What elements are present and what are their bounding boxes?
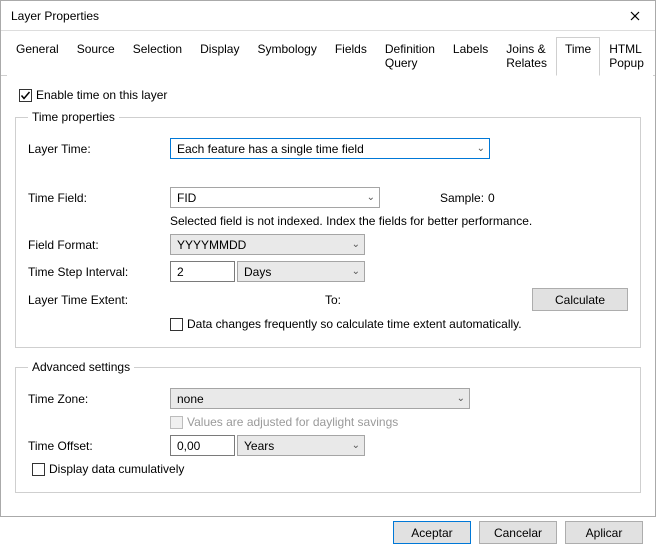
dialog-footer: Aceptar Cancelar Aplicar — [1, 511, 655, 556]
time-step-value: 2 — [177, 265, 184, 279]
chevron-down-icon: ⌄ — [457, 393, 465, 404]
sample-value: 0 — [488, 191, 495, 205]
time-step-unit-select[interactable]: Days ⌄ — [237, 261, 365, 282]
tab-definition-query[interactable]: Definition Query — [376, 37, 444, 76]
tab-general[interactable]: General — [7, 37, 68, 76]
tab-strip: General Source Selection Display Symbolo… — [1, 31, 655, 76]
tab-selection[interactable]: Selection — [124, 37, 191, 76]
tab-joins-relates[interactable]: Joins & Relates — [497, 37, 556, 76]
close-icon — [630, 11, 640, 21]
apply-button[interactable]: Aplicar — [565, 521, 643, 544]
tab-html-popup[interactable]: HTML Popup — [600, 37, 653, 76]
time-extent-to: To: — [325, 293, 341, 307]
titlebar: Layer Properties — [1, 1, 655, 31]
field-format-label: Field Format: — [28, 238, 170, 252]
time-field-value: FID — [177, 191, 196, 205]
advanced-settings-legend: Advanced settings — [28, 360, 134, 374]
field-format-select[interactable]: YYYYMMDD ⌄ — [170, 234, 365, 255]
data-changes-label: Data changes frequently so calculate tim… — [187, 317, 522, 331]
ok-button[interactable]: Aceptar — [393, 521, 471, 544]
time-offset-label: Time Offset: — [28, 439, 170, 453]
dst-label: Values are adjusted for daylight savings — [187, 415, 398, 429]
tab-fields[interactable]: Fields — [326, 37, 376, 76]
time-extent-label: Layer Time Extent: — [28, 293, 170, 307]
time-zone-select[interactable]: none ⌄ — [170, 388, 470, 409]
advanced-settings-group: Advanced settings Time Zone: none ⌄ Valu… — [15, 360, 641, 493]
cumulative-label: Display data cumulatively — [49, 462, 184, 476]
calculate-button[interactable]: Calculate — [532, 288, 628, 311]
cancel-button[interactable]: Cancelar — [479, 521, 557, 544]
time-offset-unit-select[interactable]: Years ⌄ — [237, 435, 365, 456]
layer-time-value: Each feature has a single time field — [177, 142, 364, 156]
chevron-down-icon: ⌄ — [352, 239, 360, 250]
index-note: Selected field is not indexed. Index the… — [170, 214, 628, 228]
enable-time-label: Enable time on this layer — [36, 88, 167, 102]
checkbox-disabled-icon — [170, 416, 183, 429]
time-zone-label: Time Zone: — [28, 392, 170, 406]
sample-label: Sample: — [440, 191, 484, 205]
field-format-value: YYYYMMDD — [177, 238, 246, 252]
checkbox-unchecked-icon — [32, 463, 45, 476]
time-field-select[interactable]: FID ⌄ — [170, 187, 380, 208]
tab-body: Enable time on this layer Time propertie… — [1, 76, 655, 511]
checkbox-unchecked-icon — [170, 318, 183, 331]
chevron-down-icon: ⌄ — [352, 440, 360, 451]
tab-time[interactable]: Time — [556, 37, 600, 76]
time-step-input[interactable]: 2 — [170, 261, 235, 282]
layer-properties-dialog: Layer Properties General Source Selectio… — [0, 0, 656, 517]
close-button[interactable] — [615, 1, 655, 31]
time-properties-group: Time properties Layer Time: Each feature… — [15, 110, 641, 348]
tab-display[interactable]: Display — [191, 37, 248, 76]
layer-time-label: Layer Time: — [28, 142, 170, 156]
chevron-down-icon: ⌄ — [477, 143, 485, 154]
tab-source[interactable]: Source — [68, 37, 124, 76]
time-offset-value: 0,00 — [177, 439, 200, 453]
window-title: Layer Properties — [11, 9, 99, 23]
time-step-label: Time Step Interval: — [28, 265, 170, 279]
enable-time-checkbox[interactable]: Enable time on this layer — [19, 88, 641, 102]
time-field-label: Time Field: — [28, 191, 170, 205]
dst-checkbox: Values are adjusted for daylight savings — [170, 415, 628, 429]
tab-symbology[interactable]: Symbology — [248, 37, 325, 76]
checkbox-checked-icon — [19, 89, 32, 102]
chevron-down-icon: ⌄ — [352, 266, 360, 277]
tab-labels[interactable]: Labels — [444, 37, 497, 76]
time-offset-input[interactable]: 0,00 — [170, 435, 235, 456]
time-offset-unit-value: Years — [244, 439, 274, 453]
layer-time-select[interactable]: Each feature has a single time field ⌄ — [170, 138, 490, 159]
time-properties-legend: Time properties — [28, 110, 119, 124]
time-step-unit-value: Days — [244, 265, 271, 279]
cumulative-checkbox[interactable]: Display data cumulatively — [32, 462, 628, 476]
chevron-down-icon: ⌄ — [367, 192, 375, 203]
data-changes-checkbox[interactable]: Data changes frequently so calculate tim… — [170, 317, 628, 331]
time-zone-value: none — [177, 392, 204, 406]
